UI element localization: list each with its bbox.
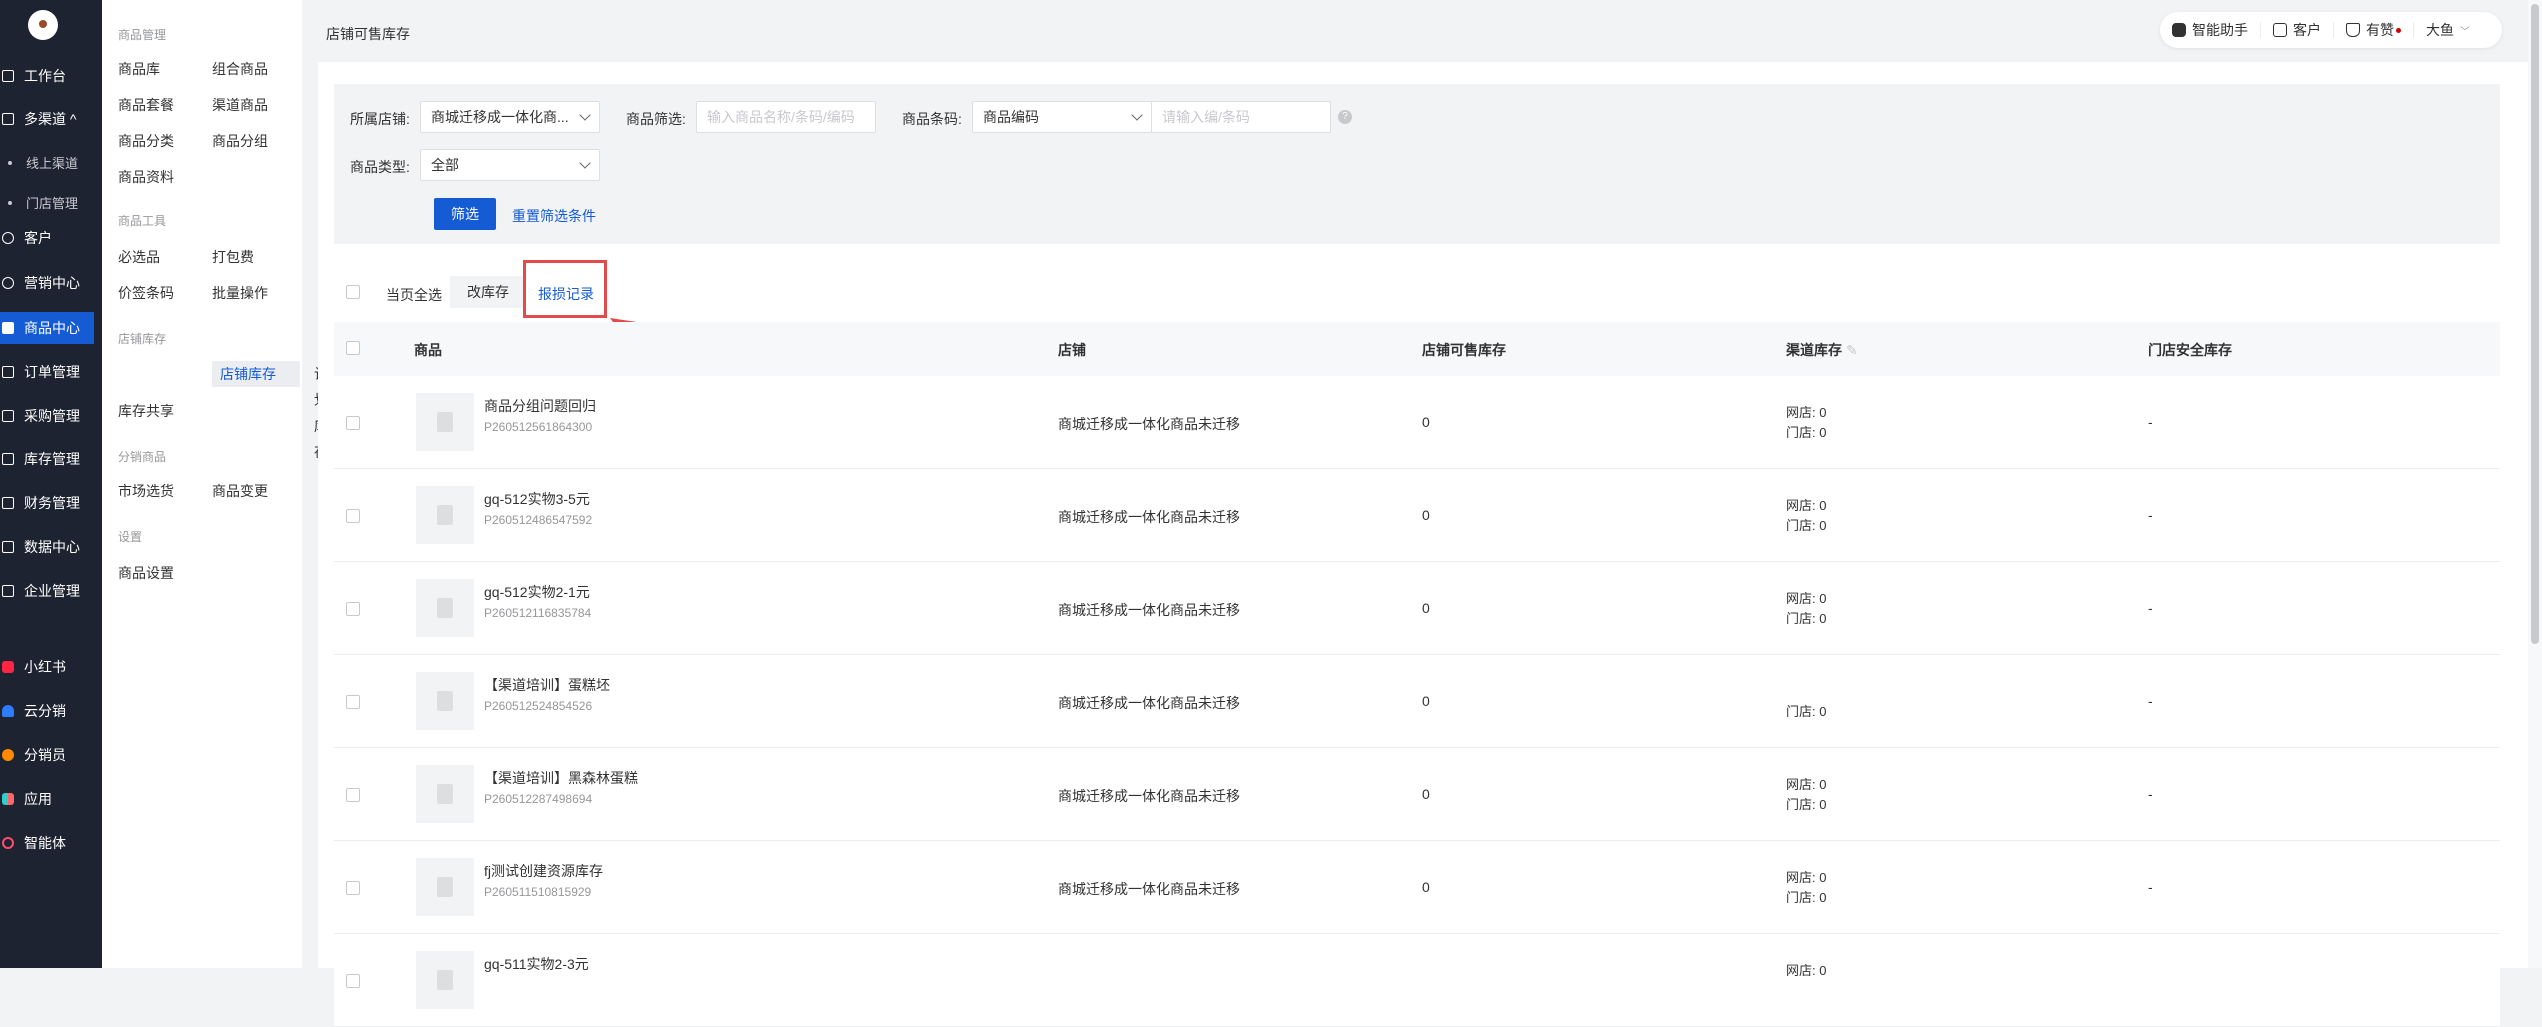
goods-name[interactable]: fj测试创建资源库存 bbox=[484, 861, 603, 881]
channel-store-stock: 门店: 0 bbox=[1786, 611, 1827, 626]
row-checkbox[interactable] bbox=[346, 602, 360, 616]
safe-stock-value: - bbox=[2148, 600, 2153, 616]
col-goods: 商品 bbox=[414, 342, 442, 358]
shop-name: 商城迁移成一体化商品未迁移 bbox=[1058, 416, 1240, 432]
goods-code: P260512524854526 bbox=[484, 699, 593, 713]
shop-stock-value: 0 bbox=[1422, 786, 1430, 802]
goods-name[interactable]: gq-512实物2-1元 bbox=[484, 582, 590, 602]
safe-stock-value: - bbox=[2148, 879, 2153, 895]
table-row: gq-512实物2-1元 P260512116835784 商城迁移成一体化商品未迁… bbox=[334, 562, 2500, 655]
channel-store-stock: 门店: 0 bbox=[1786, 425, 1827, 440]
shop-stock-value: 0 bbox=[1422, 600, 1430, 616]
channel-online-stock: 网店: 0 bbox=[1786, 963, 1827, 978]
goods-thumbnail[interactable] bbox=[416, 579, 474, 637]
goods-code: P260512561864300 bbox=[484, 420, 593, 434]
table-row: gq-512实物3-5元 P260512486547592 商城迁移成一体化商品未迁… bbox=[334, 469, 2500, 562]
channel-store-stock: 门店: 0 bbox=[1786, 518, 1827, 533]
table-row: gq-511实物2-3元 网店: 0 bbox=[334, 934, 2500, 1027]
goods-code: P260511510815929 bbox=[484, 885, 592, 899]
safe-stock-value: - bbox=[2148, 693, 2153, 709]
safe-stock-value: - bbox=[2148, 507, 2153, 523]
shop-name: 商城迁移成一体化商品未迁移 bbox=[1058, 695, 1240, 711]
shop-name: 商城迁移成一体化商品未迁移 bbox=[1058, 881, 1240, 897]
header-checkbox[interactable] bbox=[346, 341, 360, 355]
table-row: 【渠道培训】蛋糕坯 P260512524854526 商城迁移成一体化商品未迁移 0 门… bbox=[334, 655, 2500, 748]
channel-online-stock: 网店: 0 bbox=[1786, 870, 1827, 885]
table-row: fj测试创建资源库存 P260511510815929 商城迁移成一体化商品未迁移 0… bbox=[334, 841, 2500, 934]
channel-store-stock: 门店: 0 bbox=[1786, 797, 1827, 812]
safe-stock-value: - bbox=[2148, 414, 2153, 430]
goods-code: P260512287498694 bbox=[484, 792, 593, 806]
goods-name[interactable]: 商品分组问题回归 bbox=[484, 396, 596, 416]
goods-code: P260512486547592 bbox=[484, 513, 593, 527]
col-channel-stock-label: 渠道库存 bbox=[1786, 342, 1842, 358]
channel-store-stock: 门店: 0 bbox=[1786, 890, 1827, 905]
row-checkbox[interactable] bbox=[346, 974, 360, 988]
goods-name[interactable]: gq-511实物2-3元 bbox=[484, 954, 589, 974]
safe-stock-value: - bbox=[2148, 786, 2153, 802]
col-shop: 店铺 bbox=[1058, 342, 1086, 358]
shop-name: 商城迁移成一体化商品未迁移 bbox=[1058, 509, 1240, 525]
channel-online-stock: 网店: 0 bbox=[1786, 498, 1827, 513]
shop-stock-value: 0 bbox=[1422, 507, 1430, 523]
goods-code: P260512116835784 bbox=[484, 606, 592, 620]
shop-name: 商城迁移成一体化商品未迁移 bbox=[1058, 602, 1240, 618]
col-safe-stock: 门店安全库存 bbox=[2148, 342, 2232, 358]
row-checkbox[interactable] bbox=[346, 509, 360, 523]
channel-online-stock: 网店: 0 bbox=[1786, 591, 1827, 606]
edit-icon[interactable]: ✎ bbox=[1846, 342, 1858, 358]
channel-online-stock: 网店: 0 bbox=[1786, 405, 1827, 420]
goods-thumbnail[interactable] bbox=[416, 858, 474, 916]
col-shop-stock: 店铺可售库存 bbox=[1422, 342, 1506, 358]
goods-name[interactable]: 【渠道培训】蛋糕坯 bbox=[484, 675, 610, 695]
goods-thumbnail[interactable] bbox=[416, 486, 474, 544]
shop-stock-value: 0 bbox=[1422, 879, 1430, 895]
row-checkbox[interactable] bbox=[346, 881, 360, 895]
table-row: 【渠道培训】黑森林蛋糕 P260512287498694 商城迁移成一体化商品未迁移… bbox=[334, 748, 2500, 841]
row-checkbox[interactable] bbox=[346, 788, 360, 802]
channel-store-stock: 门店: 0 bbox=[1786, 704, 1827, 719]
shop-stock-value: 0 bbox=[1422, 693, 1430, 709]
table-row: 商品分组问题回归 P260512561864300 商城迁移成一体化商品未迁移 0 网店… bbox=[334, 376, 2500, 469]
goods-name[interactable]: 【渠道培训】黑森林蛋糕 bbox=[484, 768, 638, 788]
row-checkbox[interactable] bbox=[346, 695, 360, 709]
goods-thumbnail[interactable] bbox=[416, 672, 474, 730]
row-checkbox[interactable] bbox=[346, 416, 360, 430]
channel-online-stock: 网店: 0 bbox=[1786, 777, 1827, 792]
goods-thumbnail[interactable] bbox=[416, 393, 474, 451]
shop-name: 商城迁移成一体化商品未迁移 bbox=[1058, 788, 1240, 804]
goods-thumbnail[interactable] bbox=[416, 765, 474, 823]
shop-stock-value: 0 bbox=[1422, 414, 1430, 430]
col-channel-stock: 渠道库存 ✎ bbox=[1786, 340, 1858, 360]
goods-thumbnail[interactable] bbox=[416, 951, 474, 1009]
goods-name[interactable]: gq-512实物3-5元 bbox=[484, 489, 590, 509]
